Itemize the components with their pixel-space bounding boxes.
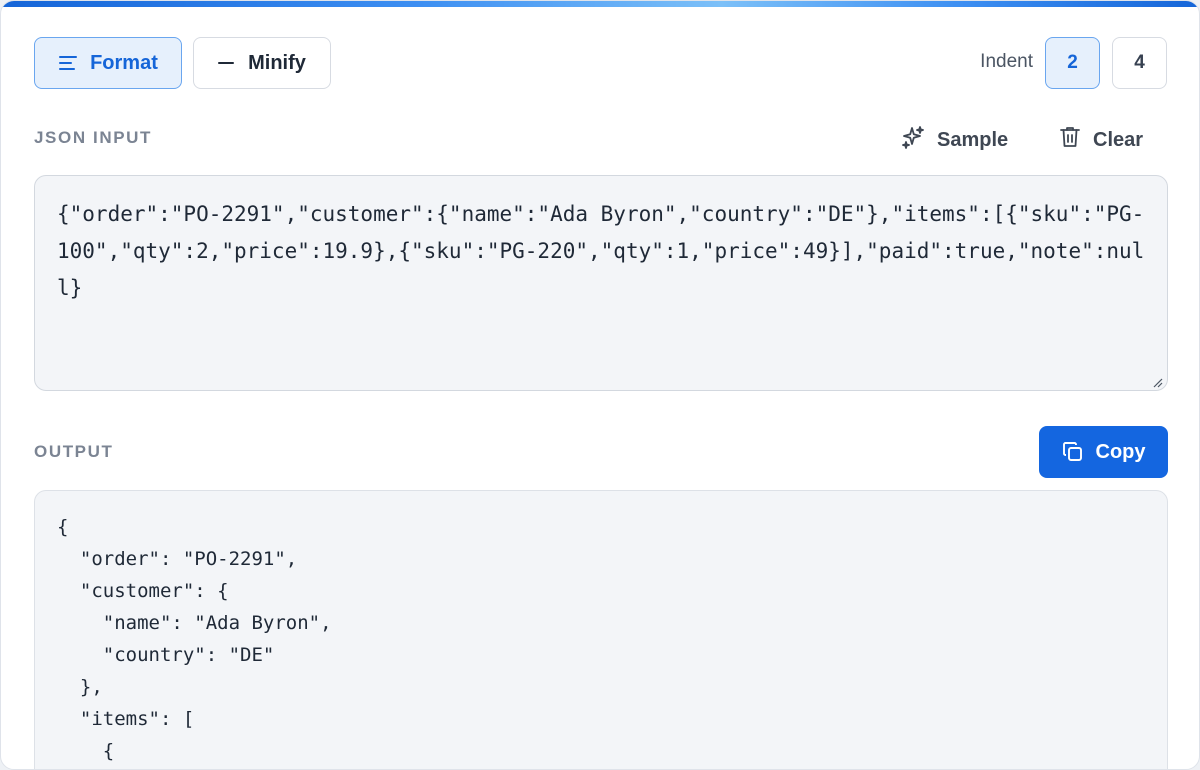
output-panel: { "order": "PO-2291", "customer": { "nam… xyxy=(34,490,1168,769)
clear-button-label: Clear xyxy=(1093,128,1144,151)
json-formatter-card: Format Minify Indent 2 4 JSON INPUT Samp… xyxy=(0,0,1200,770)
sample-button[interactable]: Sample xyxy=(901,125,1008,155)
copy-button[interactable]: Copy xyxy=(1039,426,1168,478)
copy-button-label: Copy xyxy=(1095,440,1146,463)
sparkles-icon xyxy=(901,125,925,155)
output-label: OUTPUT xyxy=(34,442,114,461)
json-input-textarea[interactable]: {"order":"PO-2291","customer":{"name":"A… xyxy=(34,175,1168,391)
accent-bar xyxy=(1,1,1199,7)
json-input-label: JSON INPUT xyxy=(34,128,153,147)
format-button[interactable]: Format xyxy=(34,37,182,89)
minify-button-label: Minify xyxy=(248,51,306,74)
indent-label: Indent xyxy=(980,51,1033,72)
resize-grip-icon[interactable] xyxy=(1151,375,1163,388)
align-left-icon xyxy=(58,55,78,71)
minify-button[interactable]: Minify xyxy=(193,37,331,89)
copy-icon xyxy=(1062,441,1084,463)
indent-option-4[interactable]: 4 xyxy=(1112,37,1167,89)
indent-option-2[interactable]: 2 xyxy=(1045,37,1100,89)
clear-button[interactable]: Clear xyxy=(1059,125,1143,155)
trash-icon xyxy=(1059,125,1081,155)
format-button-label: Format xyxy=(90,51,158,74)
sample-button-label: Sample xyxy=(937,128,1009,151)
minus-icon xyxy=(218,61,235,65)
formatted-json-output: { "order": "PO-2291", "customer": { "nam… xyxy=(57,516,332,762)
